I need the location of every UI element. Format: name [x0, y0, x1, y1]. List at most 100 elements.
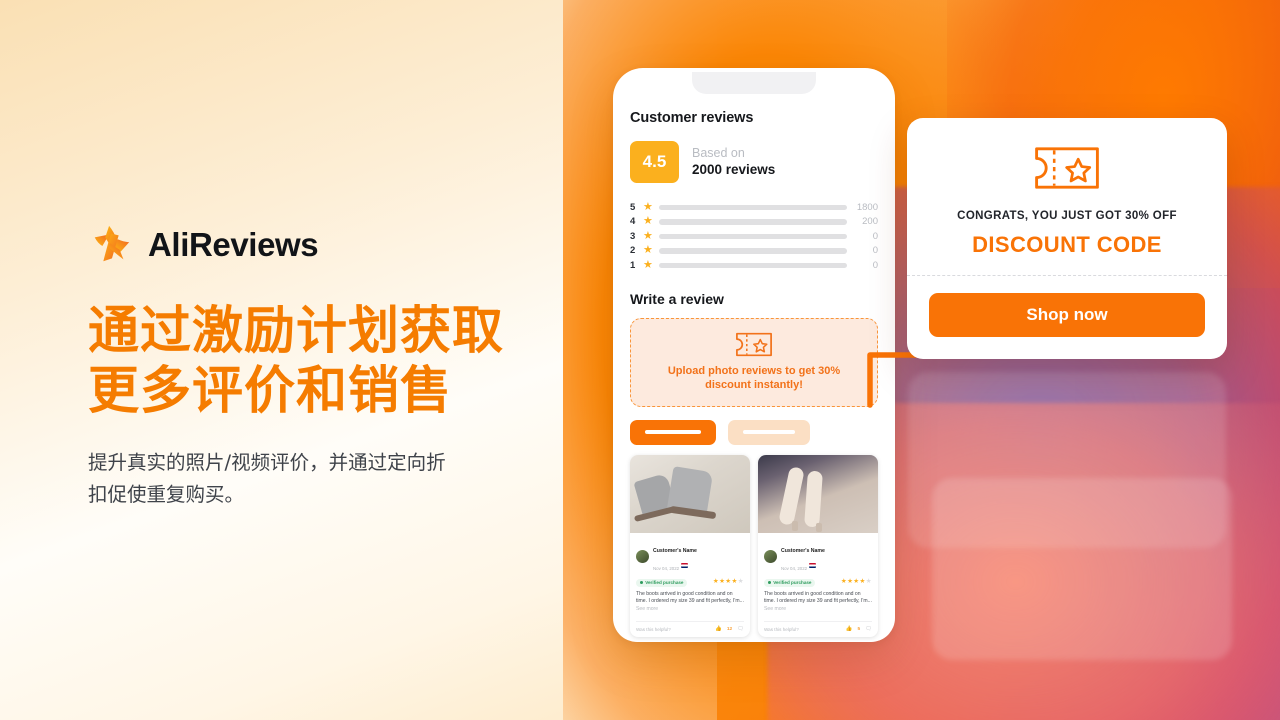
rating-bar-row[interactable]: 4 ★ 200: [630, 215, 878, 230]
review-date: Nov 04, 2022: [653, 565, 680, 571]
avatar: [764, 550, 777, 564]
comment-bubble-icon[interactable]: 🗨: [865, 626, 872, 632]
rating-star-number: 3: [630, 230, 636, 242]
primary-action-button[interactable]: [630, 419, 716, 445]
cream-knee-high-boots-photo[interactable]: [758, 454, 878, 533]
review-star-rating: ★★★★★: [840, 578, 872, 586]
rating-breakdown-list: 5 ★ 1800 4 ★ 200 3 ★ 0 2 ★ 0 1 ★ 0: [630, 200, 878, 273]
review-text-body: The boots arrived in good condition and …: [636, 590, 744, 605]
review-author-row: Customer's Name Nov 04, 2022: [636, 539, 744, 575]
phone-screen: Customer reviews 4.5 Based on 2000 revie…: [613, 68, 895, 638]
hero-subcopy: 提升真实的照片/视频评价，并通过定向折 扣促使重复购买。: [88, 447, 488, 510]
shop-now-button[interactable]: Shop now: [929, 293, 1205, 337]
rating-bar-row[interactable]: 2 ★ 0: [630, 244, 878, 259]
page-title: 通过激励计划获取 更多评价和销售: [88, 302, 558, 421]
customer-reviews-title: Customer reviews: [630, 110, 754, 126]
star-icon: ★: [643, 229, 653, 242]
subcopy-line-1: 提升真实的照片/视频评价，并通过定向折: [88, 451, 446, 475]
alireviews-star-logo-icon: [94, 225, 130, 262]
star-icon: ★: [643, 215, 653, 228]
avatar: [636, 550, 649, 564]
action-button-row: [630, 419, 878, 445]
headline-line-1: 通过激励计划获取: [88, 302, 505, 361]
review-date: Nov 04, 2022: [781, 565, 808, 571]
reviewer-name: Customer's Name: [653, 547, 697, 554]
rating-count: 0: [872, 230, 878, 242]
upload-photo-promo-banner[interactable]: Upload photo reviews to get 30% discount…: [630, 317, 878, 407]
rating-count: 200: [862, 216, 878, 228]
rating-summary: 4.5 Based on 2000 reviews: [630, 141, 878, 183]
status-badge: Verified purchase: [636, 578, 687, 587]
hero-copy-block: AliReviews 通过激励计划获取 更多评价和销售 提升真实的照片/视频评价…: [88, 222, 558, 510]
promo-line-1: Upload photo reviews to get 30%: [667, 364, 841, 377]
comment-bubble-icon[interactable]: 🗨: [737, 626, 744, 632]
helpful-label: Was this helpful?: [764, 626, 799, 632]
grey-ankle-boots-photo[interactable]: [630, 454, 750, 533]
review-text: The boots arrived in good condition and …: [636, 591, 744, 615]
rating-bar-track: [658, 204, 847, 210]
helpful-label: Was this helpful?: [636, 626, 671, 632]
coupon-star-icon: [736, 332, 772, 356]
coupon-star-icon: [1035, 147, 1099, 189]
rating-bar-track: [658, 219, 847, 225]
rating-bar-row[interactable]: 5 ★ 1800: [630, 200, 878, 215]
write-review-title: Write a review: [630, 290, 724, 307]
discount-icon-wrap: [929, 144, 1205, 192]
star-icon: ★: [643, 200, 653, 213]
helpful-count: 5: [857, 626, 861, 632]
review-reactions: 👍 5 🗨: [846, 626, 872, 632]
rating-count: 0: [872, 259, 878, 271]
promo-line-2: discount instantly!: [705, 379, 803, 392]
star-icon: ★: [643, 244, 653, 257]
status-badge: Verified purchase: [764, 578, 815, 587]
subcopy-line-2: 扣促使重复购买。: [88, 482, 245, 506]
headline-line-2: 更多评价和销售: [88, 361, 453, 421]
review-text: The boots arrived in good condition and …: [764, 591, 872, 615]
rating-star-number: 4: [630, 216, 636, 228]
rating-bar-row[interactable]: 1 ★ 0: [630, 258, 878, 273]
verified-label: Verified purchase: [645, 580, 684, 586]
brand-name: AliReviews: [148, 226, 319, 263]
rating-bar-track: [658, 248, 847, 254]
rating-bar-row[interactable]: 3 ★ 0: [630, 229, 878, 244]
uk-flag-icon: [809, 563, 817, 568]
review-card[interactable]: Customer's Name Nov 04, 2022 Verified purc…: [630, 454, 750, 638]
review-star-rating: ★★★★★: [712, 578, 744, 586]
verified-dot-icon: [767, 580, 771, 585]
secondary-action-button[interactable]: [728, 419, 810, 445]
review-body: Customer's Name Nov 04, 2022 Verified purc…: [758, 533, 878, 638]
discount-code-text: DISCOUNT CODE: [972, 232, 1162, 257]
review-author-row: Customer's Name Nov 04, 2022: [764, 539, 872, 575]
reviewer-name: Customer's Name: [781, 547, 825, 554]
rating-count: 0: [872, 245, 878, 257]
based-on-label: Based on: [692, 146, 745, 161]
review-text-body: The boots arrived in good condition and …: [764, 590, 872, 605]
congrats-text: CONGRATS, YOU JUST GOT 30% OFF: [957, 210, 1177, 222]
uk-flag-icon: [681, 563, 689, 568]
verified-and-stars-row: Verified purchase ★★★★★: [636, 578, 744, 587]
rating-bar-track: [658, 262, 847, 268]
based-on-count: 2000 reviews: [692, 162, 776, 178]
rating-star-number: 5: [630, 201, 636, 213]
card-divider: [907, 275, 1227, 276]
verified-label: Verified purchase: [773, 580, 812, 586]
rating-count: 1800: [856, 201, 878, 213]
thumbs-up-icon[interactable]: 👍: [715, 626, 722, 632]
ghost-card-lower: [932, 478, 1232, 660]
see-more-link[interactable]: See more: [764, 606, 786, 612]
phone-notch: [692, 72, 816, 94]
see-more-link[interactable]: See more: [636, 606, 658, 612]
discount-code-card: CONGRATS, YOU JUST GOT 30% OFF DISCOUNT …: [907, 118, 1227, 359]
average-score-badge: 4.5: [630, 141, 679, 183]
review-footer: Was this helpful? 👍 5 🗨: [764, 621, 872, 632]
review-footer: Was this helpful? 👍 12 🗨: [636, 621, 744, 632]
review-body: Customer's Name Nov 04, 2022 Verified purc…: [630, 533, 750, 638]
review-card[interactable]: Customer's Name Nov 04, 2022 Verified purc…: [758, 454, 878, 638]
verified-and-stars-row: Verified purchase ★★★★★: [764, 578, 872, 587]
verified-dot-icon: [639, 580, 643, 585]
phone-mockup: Customer reviews 4.5 Based on 2000 revie…: [613, 68, 895, 642]
thumbs-up-icon[interactable]: 👍: [846, 626, 853, 632]
brand-logo: AliReviews: [88, 222, 558, 268]
review-reactions: 👍 12 🗨: [715, 626, 744, 632]
button-label-placeholder: [743, 430, 795, 435]
